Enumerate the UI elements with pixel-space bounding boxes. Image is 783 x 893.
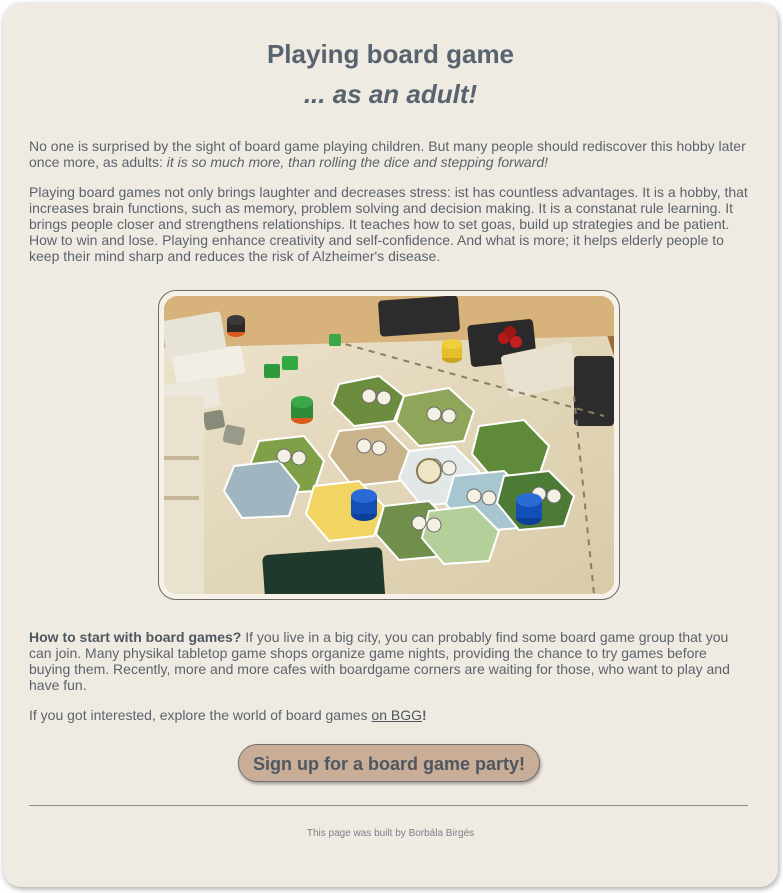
footer-credit: This page was built by Borbála Birgés — [306, 828, 475, 839]
page-card: Playing board game ... as an adult! No o… — [3, 3, 778, 887]
intro-emphasis: it is so much more, than rolling the dic… — [166, 154, 549, 170]
explore-suffix: ! — [422, 707, 427, 723]
intro-paragraph: No one is surprised by the sight of boar… — [29, 138, 751, 170]
page-subtitle: ... as an adult! — [303, 79, 478, 109]
benefits-paragraph: Playing board games not only brings laug… — [29, 184, 748, 264]
how-to-paragraph: How to start with board games? If you li… — [29, 629, 751, 693]
board-game-photo — [164, 296, 614, 594]
bgg-link[interactable]: on BGG — [371, 707, 422, 723]
board-game-photo-frame — [158, 290, 620, 600]
page-title: Playing board game — [266, 39, 515, 69]
how-to-heading: How to start with board games? — [29, 629, 242, 645]
explore-text: If you got interested, explore the world… — [29, 707, 372, 723]
signup-button[interactable]: Sign up for a board game party! — [238, 744, 540, 782]
explore-paragraph: If you got interested, explore the world… — [29, 707, 751, 723]
footer-divider — [29, 805, 748, 806]
